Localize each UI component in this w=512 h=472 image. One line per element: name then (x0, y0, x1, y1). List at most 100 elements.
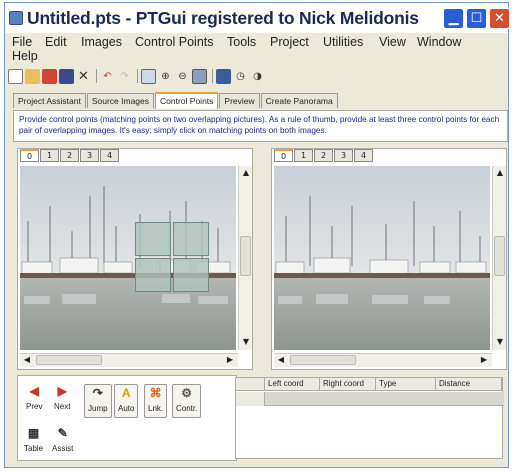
right-image-tab-4[interactable]: 4 (354, 149, 373, 162)
left-image-tabs: 0 1 2 3 4 (20, 149, 120, 163)
assist-button[interactable]: ✎ Assist (52, 426, 73, 460)
maximize-button[interactable]: ☐ (466, 8, 487, 29)
open-dropdown-icon[interactable] (42, 68, 57, 84)
open-icon[interactable] (25, 68, 40, 84)
right-image-tab-1[interactable]: 1 (294, 149, 313, 162)
table-header: Left coord Right coord Type Distance (236, 378, 502, 391)
save-icon[interactable] (59, 68, 74, 84)
control-points-table[interactable]: Left coord Right coord Type Distance (235, 377, 504, 459)
app-window: Untitled.pts - PTGui registered to Nick … (4, 2, 510, 468)
fit-icon[interactable] (192, 68, 207, 84)
column-left-coord[interactable]: Left coord (265, 378, 320, 391)
right-image-tabs: 0 1 2 3 4 (274, 149, 374, 163)
redo-icon[interactable]: ↷ (117, 69, 132, 84)
scroll-thumb[interactable] (494, 236, 505, 276)
prev-button-label: Prev (26, 402, 43, 411)
right-image-pane: 0 1 2 3 4 ▲ ▼ ◀ ▶ (271, 148, 507, 370)
scroll-up-icon[interactable]: ▲ (240, 167, 252, 179)
scroll-thumb[interactable] (290, 355, 356, 365)
jump-button-label: Jump (88, 404, 108, 413)
arrow-right-icon: ▶ (57, 384, 67, 398)
menu-view[interactable]: View (379, 35, 406, 49)
table-row-header[interactable] (236, 392, 265, 406)
right-marina-photo[interactable] (274, 166, 490, 350)
left-image-tab-4[interactable]: 4 (100, 149, 119, 162)
minimize-button[interactable]: ▁ (443, 8, 464, 29)
next-button-label: Next (54, 402, 71, 411)
prev-button[interactable]: ◀ Prev (26, 384, 42, 418)
left-horizontal-scrollbar[interactable]: ◀ ▶ (20, 353, 238, 367)
menu-file[interactable]: File (12, 35, 32, 49)
scroll-down-icon[interactable]: ▼ (494, 336, 506, 348)
assist-icon: ✎ (57, 426, 68, 440)
image-icon[interactable] (141, 68, 156, 84)
arrow-left-icon: ◀ (29, 384, 39, 398)
delete-icon[interactable]: ✕ (76, 69, 91, 84)
menu-edit[interactable]: Edit (45, 35, 67, 49)
panel-icon[interactable] (216, 68, 231, 84)
assist-button-label: Assist (52, 444, 74, 453)
table-button-label: Table (24, 444, 44, 453)
left-image-tab-0[interactable]: 0 (20, 149, 39, 162)
tab-source-images[interactable]: Source Images (86, 93, 155, 108)
scroll-left-icon[interactable]: ◀ (21, 354, 33, 366)
scroll-thumb[interactable] (240, 236, 251, 276)
scroll-left-icon[interactable]: ◀ (275, 354, 287, 366)
tab-preview[interactable]: Preview (219, 93, 260, 108)
info-icon[interactable]: ◑ (250, 69, 265, 84)
left-image-tab-3[interactable]: 3 (80, 149, 99, 162)
menu-project[interactable]: Project (270, 35, 309, 49)
left-marina-photo[interactable] (20, 166, 236, 350)
menu-tools[interactable]: Tools (227, 35, 256, 49)
auto-button[interactable]: A Auto (114, 384, 139, 418)
left-vertical-scrollbar[interactable]: ▲ ▼ (238, 166, 252, 350)
link-button[interactable]: ⌘ Lnk. (144, 384, 168, 418)
undo-icon[interactable]: ↶ (100, 69, 115, 84)
main-tabs: Project Assistant Source Images Control … (13, 92, 339, 109)
title-bar: Untitled.pts - PTGui registered to Nick … (5, 3, 510, 33)
table-button[interactable]: ▦ Table (24, 426, 43, 460)
menu-control-points[interactable]: Control Points (135, 35, 214, 49)
toolbar-separator (212, 69, 213, 83)
control-icon: ⚙ (181, 386, 193, 400)
tab-create-panorama[interactable]: Create Panorama (260, 93, 338, 108)
app-icon (9, 11, 23, 25)
help-icon[interactable]: ◷ (233, 69, 248, 84)
left-image-pane: 0 1 2 3 4 ▲ ▼ ◀ ▶ (17, 148, 253, 370)
zoom-out-icon[interactable]: ⊖ (175, 69, 190, 84)
scroll-right-icon[interactable]: ▶ (224, 354, 236, 366)
scroll-down-icon[interactable]: ▼ (240, 336, 252, 348)
right-image-tab-2[interactable]: 2 (314, 149, 333, 162)
contr-button[interactable]: ⚙ Contr. (172, 384, 202, 418)
scroll-thumb[interactable] (36, 355, 102, 365)
column-distance[interactable]: Distance (436, 378, 502, 391)
right-image-tab-3[interactable]: 3 (334, 149, 353, 162)
left-image-tab-1[interactable]: 1 (40, 149, 59, 162)
zoom-in-icon[interactable]: ⊕ (158, 69, 173, 84)
right-image-tab-0[interactable]: 0 (274, 149, 293, 162)
toolbar-separator (137, 69, 138, 83)
new-icon[interactable] (8, 68, 23, 84)
right-horizontal-scrollbar[interactable]: ◀ ▶ (274, 353, 492, 367)
table-row[interactable] (236, 392, 504, 406)
menu-images[interactable]: Images (81, 35, 122, 49)
column-right-coord[interactable]: Right coord (320, 378, 376, 391)
menu-help[interactable]: Help (12, 49, 38, 63)
column-type[interactable]: Type (376, 378, 436, 391)
scroll-right-icon[interactable]: ▶ (478, 354, 490, 366)
tab-project-assistant[interactable]: Project Assistant (13, 93, 86, 108)
link-icon: ⌘ (149, 386, 162, 400)
close-button[interactable]: ✕ (489, 8, 510, 29)
toolbar-separator (96, 69, 97, 83)
menu-utilities[interactable]: Utilities (323, 35, 363, 49)
auto-button-label: Auto (118, 404, 135, 413)
scroll-up-icon[interactable]: ▲ (494, 167, 506, 179)
right-vertical-scrollbar[interactable]: ▲ ▼ (492, 166, 506, 350)
next-button[interactable]: ▶ Next (54, 384, 70, 418)
menu-window[interactable]: Window (417, 35, 461, 49)
jump-icon: ↷ (92, 386, 103, 400)
left-image-tab-2[interactable]: 2 (60, 149, 79, 162)
instructions-text: Provide control points (matching points … (13, 110, 508, 142)
jump-button[interactable]: ↷ Jump (84, 384, 112, 418)
tab-control-points[interactable]: Control Points (155, 92, 219, 109)
